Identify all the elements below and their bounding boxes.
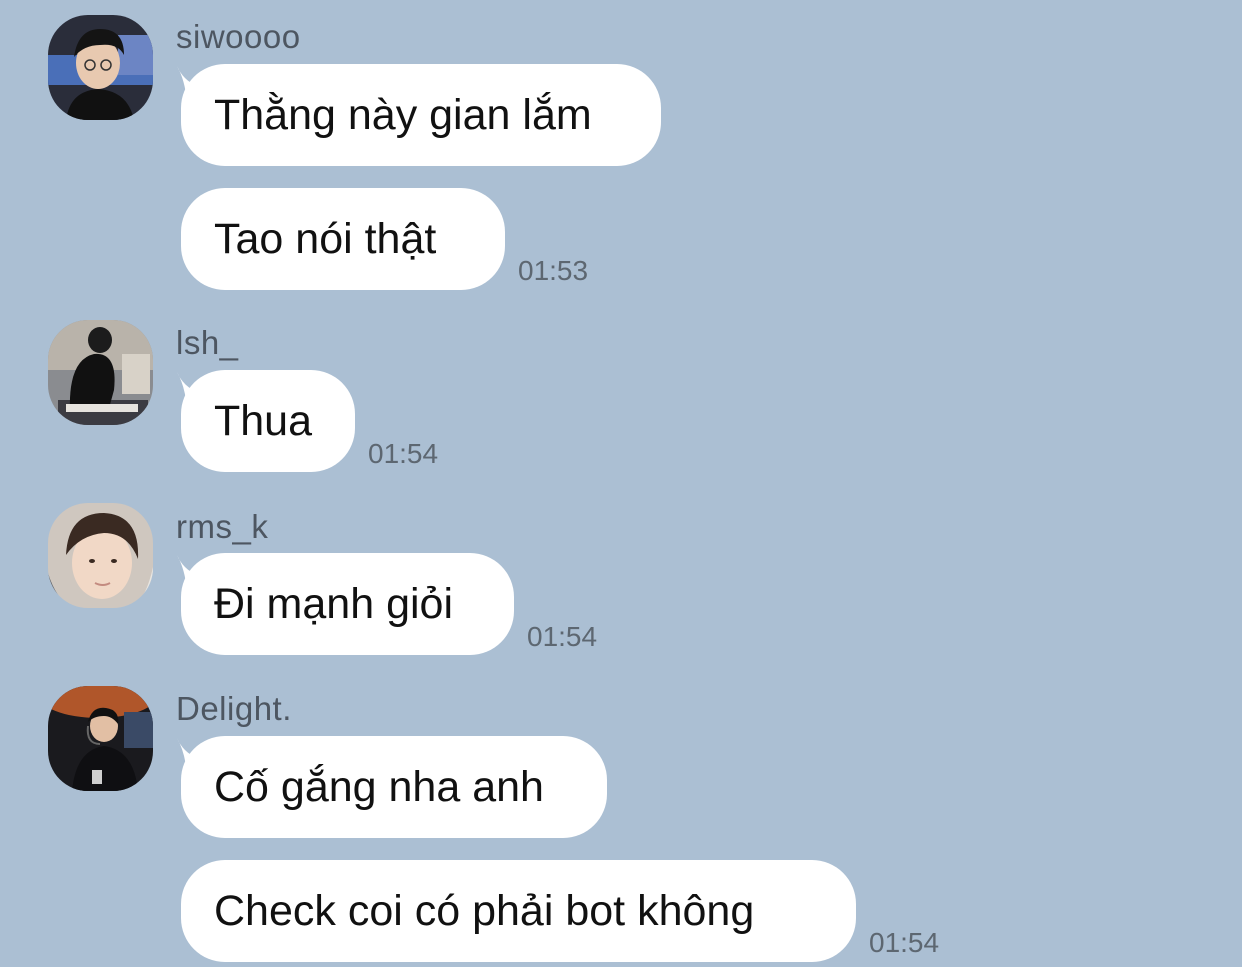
message-bubble[interactable]: Thằng này gian lắm [181, 64, 661, 166]
avatar-delight[interactable] [48, 686, 153, 791]
message-timestamp: 01:54 [368, 438, 439, 469]
sender-name: Delight. [176, 690, 292, 727]
message-text: Thua [214, 397, 313, 445]
user-avatar-icon [48, 320, 153, 425]
message-bubble[interactable]: Check coi có phải bot không [181, 860, 856, 962]
avatar-rms-k[interactable] [48, 503, 153, 608]
message-timestamp: 01:54 [527, 621, 598, 652]
sender-name: siwoooo [176, 18, 301, 55]
message-text: Cố gắng nha anh [214, 763, 544, 811]
message-text: Đi mạnh giỏi [214, 580, 453, 628]
user-avatar-icon [48, 686, 153, 791]
sender-name: lsh_ [176, 324, 239, 361]
message-text: Thằng này gian lắm [214, 91, 592, 139]
message-text: Check coi có phải bot không [214, 887, 755, 935]
message-text: Tao nói thật [214, 215, 437, 263]
message-timestamp: 01:54 [869, 927, 940, 958]
avatar-siwoooo[interactable] [48, 15, 153, 120]
message-bubble[interactable]: Đi mạnh giỏi [181, 553, 514, 655]
message-timestamp: 01:53 [518, 255, 589, 286]
sender-name: rms_k [176, 508, 269, 545]
user-avatar-icon [48, 15, 153, 120]
avatar-lsh[interactable] [48, 320, 153, 425]
message-bubble[interactable]: Cố gắng nha anh [181, 736, 607, 838]
message-bubble[interactable]: Tao nói thật [181, 188, 505, 290]
message-bubble[interactable]: Thua [181, 370, 355, 472]
user-avatar-icon [48, 503, 153, 608]
